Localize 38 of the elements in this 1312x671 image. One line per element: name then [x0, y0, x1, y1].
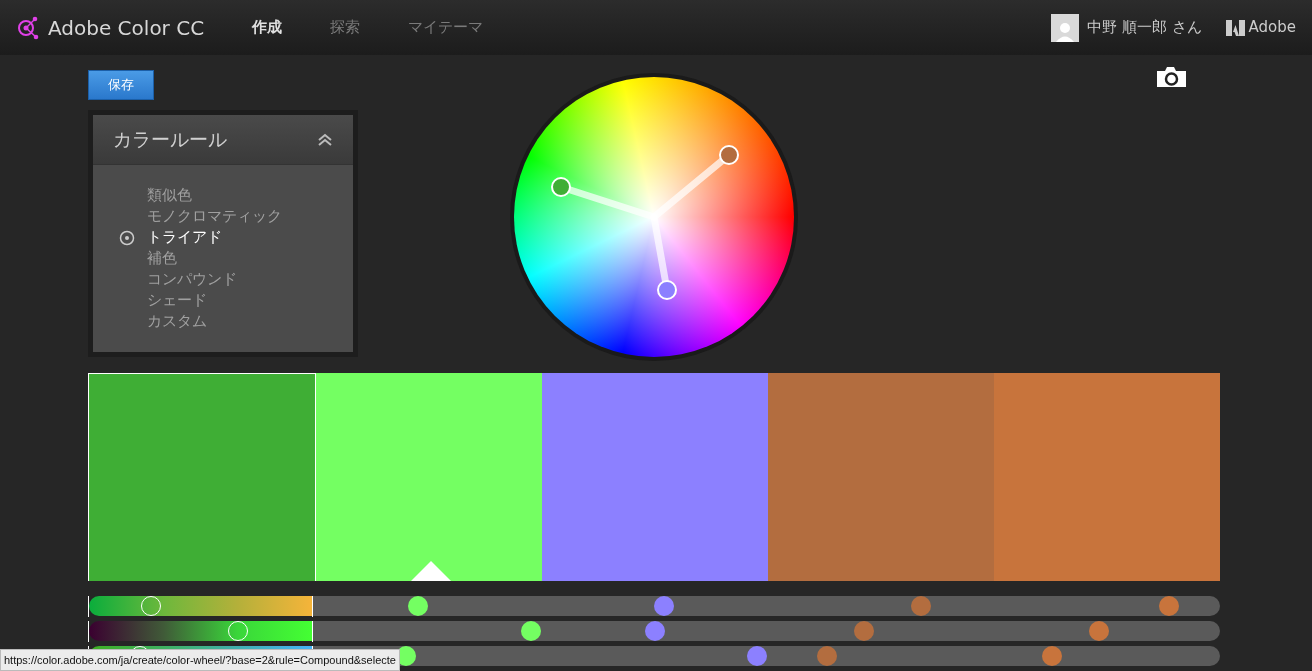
nav-tab[interactable]: 探索 — [330, 16, 361, 39]
color-rule-option[interactable]: 類似色 — [147, 184, 192, 207]
save-button[interactable]: 保存 — [88, 70, 154, 100]
collapse-icon[interactable] — [317, 132, 333, 147]
color-marker[interactable] — [1089, 621, 1110, 641]
color-rule-option[interactable]: コンパウンド — [147, 268, 237, 291]
color-marker[interactable] — [408, 596, 429, 616]
app-title: Adobe Color CC — [48, 14, 205, 42]
color-rule-option[interactable]: モノクロマティック — [147, 205, 282, 228]
adobe-logo-icon[interactable] — [1225, 19, 1245, 36]
camera-icon[interactable] — [1157, 67, 1186, 87]
radio-icon[interactable] — [119, 229, 135, 246]
avatar-icon[interactable] — [1051, 13, 1079, 42]
color-swatch[interactable] — [994, 373, 1220, 581]
color-marker[interactable] — [817, 646, 838, 666]
panel-title: カラールール — [113, 127, 227, 153]
color-marker[interactable] — [1042, 646, 1063, 666]
color-marker[interactable] — [910, 596, 931, 616]
nav-tab[interactable]: 作成 — [252, 16, 283, 39]
color-swatch[interactable] — [768, 373, 994, 581]
color-marker[interactable] — [1159, 596, 1180, 616]
color-swatch[interactable] — [542, 373, 768, 581]
color-marker[interactable] — [853, 621, 874, 641]
color-rule-option[interactable]: トライアド — [147, 226, 222, 249]
nav-tab[interactable]: マイテーマ — [408, 16, 484, 39]
color-swatch[interactable] — [316, 373, 542, 581]
color-marker[interactable] — [747, 646, 768, 666]
user-name[interactable]: 中野 順一郎 さん — [1087, 16, 1202, 39]
color-marker[interactable] — [654, 596, 674, 616]
logo-icon — [16, 15, 40, 40]
color-marker[interactable] — [520, 621, 541, 641]
color-rule-option[interactable]: 補色 — [147, 247, 177, 270]
color-swatch[interactable] — [88, 373, 316, 581]
color-marker[interactable] — [644, 621, 665, 641]
color-rule-option[interactable]: シェード — [147, 289, 207, 312]
color-rule-option[interactable]: カスタム — [147, 310, 207, 333]
brand-name[interactable]: Adobe — [1248, 16, 1296, 39]
link-url-tooltip: https://color.adobe.com/ja/create/color-wheel/?base=2&rule=Compound&selecte — [0, 648, 400, 671]
